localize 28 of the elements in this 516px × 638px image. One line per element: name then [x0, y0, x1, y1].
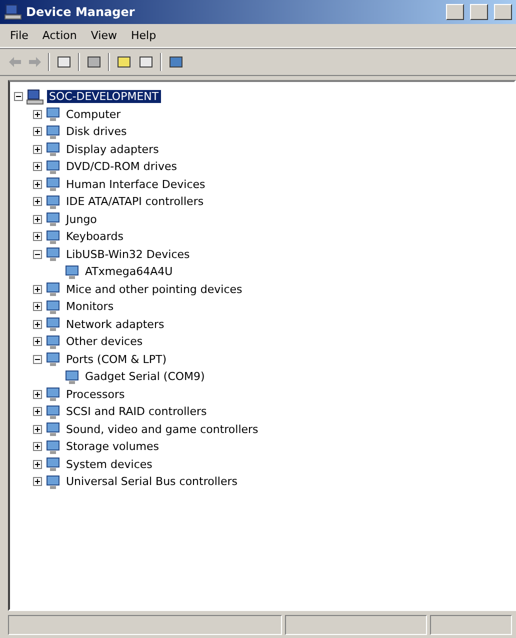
menu-item[interactable]: View [84, 28, 123, 43]
menu-item[interactable]: Action [36, 28, 83, 43]
tree-item[interactable]: Gadget Serial (COM9) [83, 370, 207, 384]
tree-item[interactable]: Storage volumes [64, 440, 162, 454]
menu-item[interactable]: File [4, 28, 34, 43]
tree-item[interactable]: IDE ATA/ATAPI controllers [64, 195, 206, 208]
tree-item[interactable]: ATxmega64A4U [83, 265, 175, 278]
tree-item[interactable]: SOC-DEVELOPMENT [47, 90, 161, 104]
tree-item[interactable]: Human Interface Devices [64, 178, 208, 191]
tree-item[interactable]: Universal Serial Bus controllers [64, 475, 240, 488]
menu-item[interactable]: Help [124, 28, 162, 43]
tree-item[interactable]: LibUSB-Win32 Devices [64, 248, 192, 261]
tree-item[interactable]: SCSI and RAID controllers [64, 405, 209, 418]
tree-item[interactable]: Network adapters [64, 318, 166, 331]
tree-item[interactable]: Mice and other pointing devices [64, 282, 244, 296]
tree-item[interactable]: Other devices [64, 335, 145, 348]
window-title: Device Manager [26, 5, 136, 19]
tree-item[interactable]: Display adapters [64, 142, 161, 156]
tree-item[interactable]: DVD/CD-ROM drives [64, 160, 179, 174]
tree-item[interactable]: Processors [64, 388, 127, 401]
tree-item[interactable]: Ports (COM & LPT) [64, 352, 168, 366]
tree-item[interactable]: Keyboards [64, 230, 126, 244]
tree-item[interactable]: Disk drives [64, 125, 129, 138]
tree-item[interactable]: Jungo [64, 212, 99, 226]
tree-item[interactable]: System devices [64, 458, 154, 471]
tree-item[interactable]: Computer [64, 108, 123, 121]
tree-item[interactable]: Monitors [64, 300, 116, 314]
tree-item[interactable]: Sound, video and game controllers [64, 422, 260, 436]
